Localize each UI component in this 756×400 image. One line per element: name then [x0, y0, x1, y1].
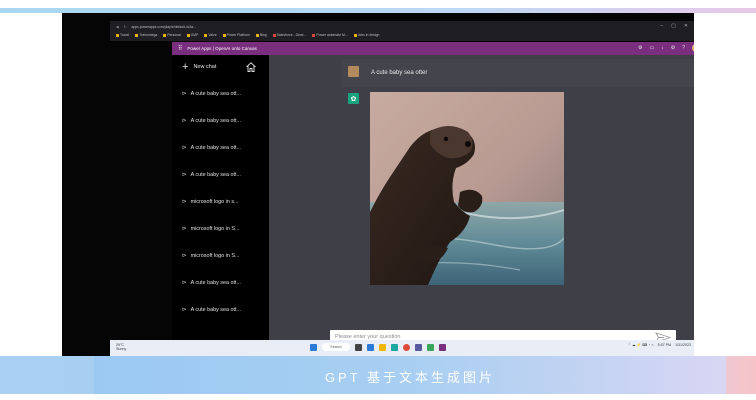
bookmarks-bar: Travel Trainomega Personal OMP Valve Pow… [110, 31, 694, 39]
chat-icon: ⊳ [182, 118, 187, 124]
taskbar-search[interactable]: Search [322, 343, 350, 351]
caption-title: GPT 基于文本生成图片 [324, 370, 496, 385]
avatar[interactable] [692, 44, 694, 52]
caption-banner: GPT 基于文本生成图片 [0, 356, 756, 394]
header-actions: ⚙ ▭ ↓ ⚙ ? [638, 44, 694, 52]
minimize-icon[interactable]: – [660, 23, 663, 29]
home-icon[interactable] [245, 61, 257, 73]
address-bar-row: ◀ ↻ apps.powerapps.com/play/e/default-4c… [110, 23, 694, 30]
chat-icon: ⊳ [182, 253, 187, 259]
chat-history-item[interactable]: ⊳ A cute baby sea ott... [182, 280, 241, 286]
app-icon[interactable] [427, 343, 434, 351]
chat-history-item[interactable]: ⊳ microsoft logo in S... [182, 226, 239, 232]
chat-icon: ⊳ [182, 199, 187, 205]
bookmark-item[interactable]: Power Platform [222, 33, 250, 37]
maximize-icon[interactable]: ▢ [671, 23, 676, 29]
teams-icon[interactable] [439, 343, 446, 351]
chat-icon: ⊳ [182, 91, 187, 97]
windows-taskbar: 29°C Sunny Search ⌃ ☁ ⚡ ⌨ ◔ ⌂ 5:57 PM 1/… [110, 340, 694, 356]
back-icon[interactable]: ◀ [116, 25, 119, 29]
windows-start-icon[interactable] [310, 343, 317, 351]
generated-otter-image[interactable] [370, 92, 564, 285]
store-icon[interactable] [415, 343, 422, 351]
weather-widget[interactable]: 29°C Sunny [116, 343, 126, 351]
new-chat-button[interactable]: + New chat [182, 61, 217, 73]
download-icon[interactable]: ↓ [661, 45, 664, 51]
chat-history-label: A cute baby sea ott... [190, 91, 241, 97]
chat-history-label: A cute baby sea ott... [190, 118, 241, 124]
screen-icon[interactable]: ▭ [650, 45, 655, 51]
tray-icons[interactable]: ⌃ ☁ ⚡ ⌨ ◔ ⌂ [628, 343, 654, 347]
chat-history-label: microsoft logo in S... [190, 253, 240, 259]
chrome-icon[interactable] [403, 343, 410, 351]
app-launcher-icon[interactable]: ⠿ [178, 45, 182, 52]
chat-history-label: A cute baby sea ott... [190, 280, 241, 286]
chat-history-item[interactable]: ⊳ A cute baby sea ott... [182, 172, 241, 178]
bookmark-item[interactable]: Salesforce - Deve... [272, 33, 306, 37]
task-view-icon[interactable] [355, 343, 362, 351]
address-url[interactable]: apps.powerapps.com/play/e/default-4c3a..… [131, 25, 196, 29]
bookmark-item[interactable]: Jobs in design [353, 33, 379, 37]
caption-banner-inner: GPT 基于文本生成图片 [94, 356, 726, 394]
chat-history-label: A cute baby sea ott... [190, 307, 241, 313]
bookmark-item[interactable]: Valve [204, 33, 217, 37]
chat-area: A cute baby sea otter ✿ Please enter you… [269, 55, 694, 358]
weather-desc: Sunny [116, 347, 127, 351]
bookmark-item[interactable]: Travel [116, 33, 129, 37]
clock-time[interactable]: 5:57 PM [658, 343, 671, 347]
chat-history-item[interactable]: ⊳ A cute baby sea ott... [182, 118, 241, 124]
bookmark-item[interactable]: Blog [255, 33, 267, 37]
clock-date[interactable]: 1/31/2023 [675, 343, 691, 347]
help-icon[interactable]: ? [682, 45, 685, 51]
chat-icon: ⊳ [182, 280, 187, 286]
chat-history-item[interactable]: ⊳ A cute baby sea ott... [182, 91, 241, 97]
user-message-text: A cute baby sea otter [371, 70, 428, 76]
chat-history-label: microsoft logo in S... [190, 226, 240, 232]
explorer-icon[interactable] [379, 343, 386, 351]
edge-icon[interactable] [391, 343, 398, 351]
new-chat-label: New chat [193, 64, 217, 70]
system-tray: ⌃ ☁ ⚡ ⌨ ◔ ⌂ 5:57 PM 1/31/2023 [628, 343, 691, 347]
chat-icon: ⊳ [182, 226, 187, 232]
close-icon[interactable]: ✕ [684, 23, 688, 29]
chat-history-label: A cute baby sea ott... [190, 172, 241, 178]
gear-icon[interactable]: ⚙ [671, 45, 675, 51]
bookmark-item[interactable]: Power automate M... [312, 33, 348, 37]
browser-chrome: ◀ ↻ apps.powerapps.com/play/e/default-4c… [110, 21, 694, 41]
plus-icon: + [182, 61, 189, 73]
bookmark-item[interactable]: OMP [186, 33, 198, 37]
bookmark-item[interactable]: Personal [163, 33, 181, 37]
sidebar: + New chat ⊳ A cute baby sea ott... ⊳ A … [172, 55, 269, 358]
reload-icon[interactable]: ↻ [124, 25, 127, 29]
window-controls: – ▢ ✕ [660, 23, 688, 29]
user-message: A cute baby sea otter [342, 59, 694, 87]
chat-history-label: A cute baby sea ott... [190, 145, 241, 151]
widgets-icon[interactable] [367, 343, 374, 351]
chat-history-label: microsoft logo in s... [190, 199, 239, 205]
user-avatar [348, 66, 359, 77]
chat-history-item[interactable]: ⊳ microsoft logo in s... [182, 199, 239, 205]
chat-history-item[interactable]: ⊳ A cute baby sea ott... [182, 145, 241, 151]
chat-icon: ⊳ [182, 307, 187, 313]
screenshot-frame: ◀ ↻ apps.powerapps.com/play/e/default-4c… [62, 13, 694, 358]
bookmark-item[interactable]: Trainomega [135, 33, 157, 37]
chat-history-item[interactable]: ⊳ microsoft logo in S... [182, 253, 239, 259]
app-title: Power Apps | OpenAI onto Canvas [187, 46, 257, 51]
chat-icon: ⊳ [182, 145, 187, 151]
chat-icon: ⊳ [182, 172, 187, 178]
chat-history-item[interactable]: ⊳ A cute baby sea ott... [182, 307, 241, 313]
gpt-avatar-icon: ✿ [348, 93, 359, 104]
powerapps-header: ⠿ Power Apps | OpenAI onto Canvas ⚙ ▭ ↓ … [172, 42, 694, 55]
settings-icon[interactable]: ⚙ [638, 45, 642, 51]
taskbar-apps: Search [310, 343, 446, 351]
